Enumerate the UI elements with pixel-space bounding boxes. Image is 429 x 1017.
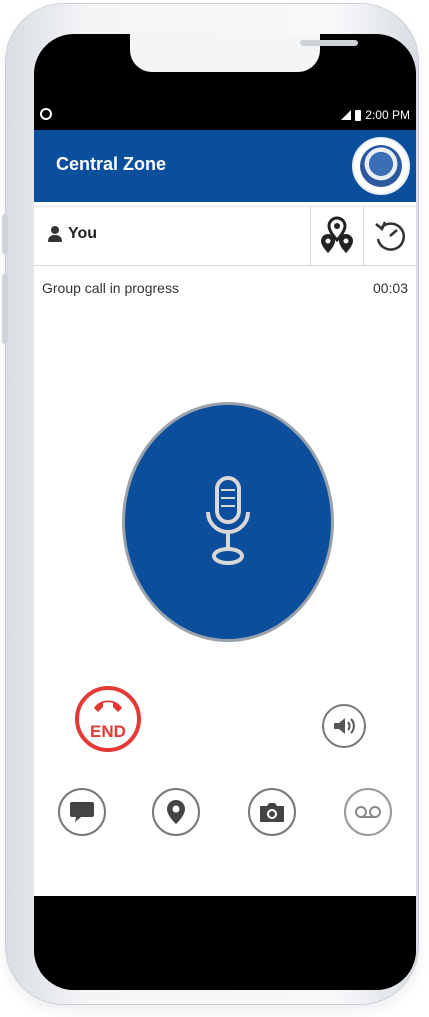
status-time: 2:00 PM [365,108,410,122]
user-row: You [34,206,416,266]
person-icon [48,226,62,242]
voicemail-button[interactable] [344,788,392,836]
app-screen: Central Zone You Group call in progress … [34,130,416,896]
earpiece-speaker [300,40,358,46]
location-icon [167,800,185,824]
location-button[interactable] [152,788,200,836]
notch [130,34,358,72]
call-timer: 00:03 [372,280,408,296]
status-app-icon [40,108,52,120]
current-user[interactable]: You [48,225,97,243]
chat-icon [70,802,94,822]
side-button [2,274,8,344]
page-title: Central Zone [56,154,167,174]
call-status-text: Group call in progress [42,280,179,296]
seal-emblem [360,145,402,187]
status-bar: 2:00 PM [34,102,416,130]
chat-button[interactable] [58,788,106,836]
app-header: Central Zone [34,130,416,202]
battery-icon [355,109,362,121]
phone-frame: 2:00 PM Central Zone You Group call in p… [2,4,418,1004]
camera-icon [260,803,284,822]
phone-hangup-icon [94,700,122,712]
speaker-button[interactable] [322,704,366,748]
signal-icon [341,110,352,120]
push-to-talk-button[interactable] [122,402,334,642]
speaker-volume-icon [334,718,355,734]
refresh-icon [375,221,406,251]
microphone-icon [206,476,250,565]
screen: 2:00 PM Central Zone You Group call in p… [34,34,416,990]
call-status-bar: Group call in progress 00:03 [34,280,416,300]
voicemail-icon [355,806,381,818]
side-button [2,214,8,254]
end-call-button[interactable]: END [75,686,141,752]
end-call-label: END [90,722,126,741]
map-pins-icon [321,216,353,253]
user-name: You [68,225,98,242]
bottom-bezel [34,896,416,990]
map-pins-button[interactable] [311,207,363,265]
refresh-button[interactable] [364,207,416,265]
agency-seal-logo [352,137,410,195]
status-indicators: 2:00 PM [341,108,410,122]
camera-button[interactable] [248,788,296,836]
